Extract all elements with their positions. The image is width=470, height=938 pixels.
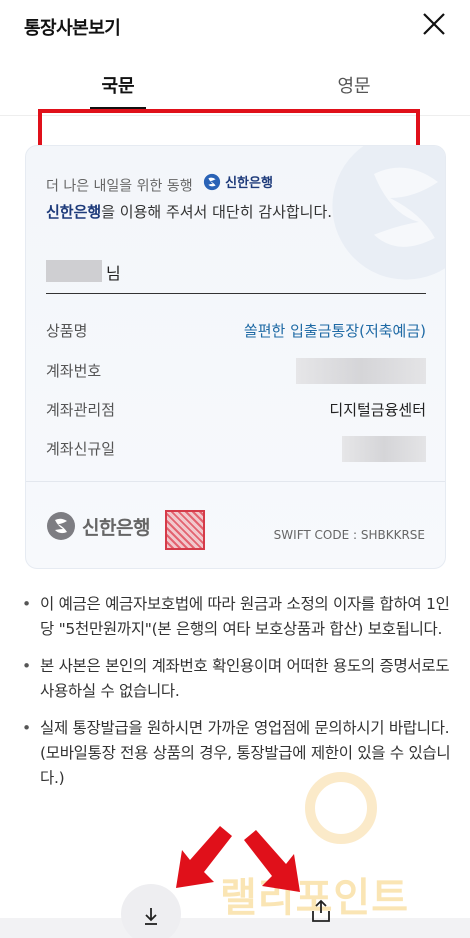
red-arrow-icon [176,826,232,888]
footer-logo: 신한은행 [46,511,150,541]
bullet: • [22,595,31,613]
tab-english[interactable]: 영문 [294,72,414,98]
card-divider [26,481,445,482]
product-value: 쏠편한 입출금통장(저축예금) [243,322,426,340]
close-icon[interactable] [418,8,450,40]
open-date-label: 계좌신규일 [46,440,116,458]
tab-bar: 국문 영문 [0,56,470,187]
masked-name [46,260,102,282]
shinhan-logo-icon [203,173,221,190]
product-label: 상품명 [46,322,88,340]
download-icon [145,908,157,925]
bottom-action-bar [0,918,470,938]
red-arrow-icon [244,830,300,892]
greeting-rest: 을 이용해 주셔서 대단히 감사합니다. [101,203,333,221]
swift-code: SWIFT CODE : SHBKKRSE [273,528,425,542]
bank-seal-stamp [165,510,205,550]
greeting-bank-name: 신한은행 [46,203,102,221]
notice-item: • 이 예금은 예금자보호법에 따라 원금과 소정의 이자를 합하여 1인당 "5… [22,592,452,642]
notice-text: 본 사본은 본인의 계좌번호 확인용이며 어떠한 용도의 증명서로도 사용하실 … [40,657,450,700]
masked-open-date [342,436,426,462]
notice-item: • 실제 통장발급을 원하시면 가까운 영업점에 문의하시기 바랍니다.(모바일통… [22,716,452,791]
notice-text: 이 예금은 예금자보호법에 따라 원금과 소정의 이자를 합하여 1인당 "5천… [40,595,450,638]
greeting-line-1: 더 나은 내일을 위한 동행 신한은행 [46,172,273,196]
account-number-row: 계좌번호 [46,358,426,384]
masked-account-number [296,358,426,384]
share-icon[interactable] [308,898,334,924]
product-row: 상품명 쏠편한 입출금통장(저축예금) [46,318,426,344]
shinhan-logo-icon [47,512,75,540]
greeting-line-2: 신한은행을 이용해 주셔서 대단히 감사합니다. [46,201,332,222]
passbook-card: 더 나은 내일을 위한 동행 신한은행 신한은행을 이용해 주셔서 대단히 감사… [25,145,446,569]
account-holder-row: 님 [46,256,426,294]
footer-logo-text: 신한은행 [82,516,150,539]
header: 통장사본보기 [0,0,470,56]
bullet: • [22,719,31,737]
brand-small: 신한은행 [203,172,273,191]
branch-row: 계좌관리점 디지털금융센터 [46,397,426,423]
brand-small-text: 신한은행 [225,176,273,191]
notice-text: 실제 통장발급을 원하시면 가까운 영업점에 문의하시기 바랍니다.(모바일통장… [40,719,451,787]
tab-korean[interactable]: 국문 [58,72,178,98]
open-date-row: 계좌신규일 [46,436,426,462]
account-number-label: 계좌번호 [46,362,102,380]
greeting-slogan: 더 나은 내일을 위한 동행 [46,178,193,195]
branch-label: 계좌관리점 [46,401,116,419]
branch-value: 디지털금융센터 [329,401,426,419]
notice-list: • 이 예금은 예금자보호법에 따라 원금과 소정의 이자를 합하여 1인당 "5… [22,592,452,803]
watermark-target-icon [305,772,377,844]
page-title: 통장사본보기 [24,18,121,39]
bullet: • [22,657,31,675]
notice-item: • 본 사본은 본인의 계좌번호 확인용이며 어떠한 용도의 증명서로도 사용하실… [22,654,452,704]
name-suffix: 님 [106,264,121,283]
